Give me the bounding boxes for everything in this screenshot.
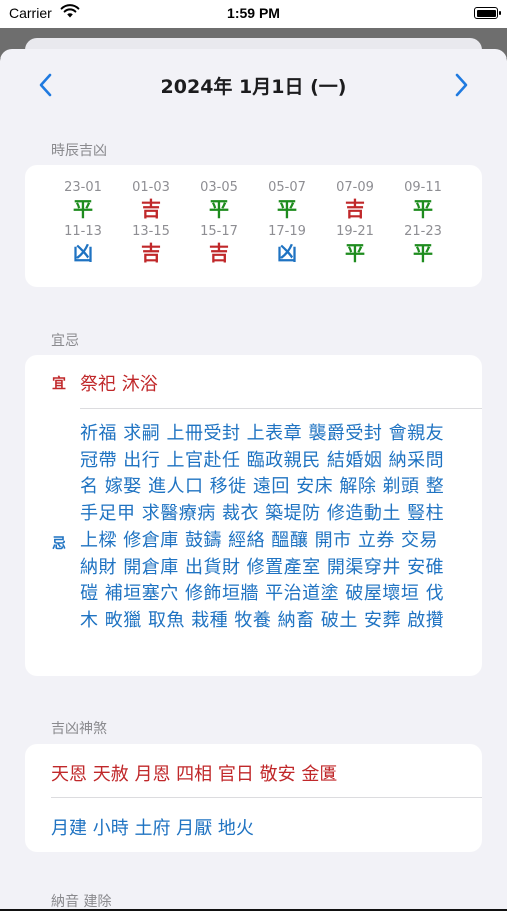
- good-spirits: 天恩 天赦 月恩 四相 官日 敬安 金匱: [51, 764, 338, 785]
- ji-activities: 祈福 求嗣 上冊受封 上表章 襲爵受封 會親友 冠帶 出行 上官赴任 臨政親民 …: [80, 423, 445, 631]
- status-bar: Carrier 1:59 PM: [0, 0, 507, 28]
- shensha-section-header: 吉凶神煞: [51, 721, 107, 737]
- hour-range: 15-17: [200, 224, 238, 239]
- hour-range: 13-15: [132, 224, 170, 239]
- hour-range: 01-03: [132, 180, 170, 195]
- hour-verdict: 吉: [209, 241, 229, 265]
- hour-slot: 23-01 平: [55, 179, 111, 222]
- chevron-right-icon: [455, 73, 468, 97]
- status-time: 1:59 PM: [227, 5, 280, 21]
- hour-verdict: 平: [413, 241, 433, 265]
- bad-spirits: 月建 小時 土府 月厭 地火: [51, 818, 254, 839]
- nayin-section-header: 納音 建除: [51, 894, 112, 910]
- hour-verdict: 吉: [345, 197, 365, 221]
- hour-verdict: 平: [413, 197, 433, 221]
- hour-slot: 19-21 平: [327, 223, 383, 266]
- hour-range: 07-09: [336, 180, 374, 195]
- hour-slot: 11-13 凶: [55, 223, 111, 266]
- hour-range: 19-21: [336, 224, 374, 239]
- battery-icon: [474, 7, 501, 19]
- yi-activities: 祭祀 沐浴: [80, 374, 158, 395]
- shichen-section-header: 時辰吉凶: [51, 143, 107, 159]
- hour-verdict: 平: [345, 241, 365, 265]
- hour-slot: 05-07 平: [259, 179, 315, 222]
- divider: [80, 408, 482, 409]
- hour-slot: 07-09 吉: [327, 179, 383, 222]
- hour-slot: 09-11 平: [395, 179, 451, 222]
- hour-slot: 01-03 吉: [123, 179, 179, 222]
- hour-range: 11-13: [64, 224, 102, 239]
- hour-range: 17-19: [268, 224, 306, 239]
- hour-verdict: 吉: [141, 197, 161, 221]
- hour-range: 21-23: [404, 224, 442, 239]
- hour-range: 05-07: [268, 180, 306, 195]
- hour-range: 23-01: [64, 180, 102, 195]
- hour-slot: 13-15 吉: [123, 223, 179, 266]
- next-day-button[interactable]: [449, 70, 473, 100]
- hour-range: 09-11: [404, 180, 442, 195]
- hour-verdict: 凶: [73, 241, 93, 265]
- divider: [51, 797, 482, 798]
- yi-label: 宜: [52, 376, 66, 392]
- yiji-section-header: 宜忌: [51, 333, 79, 349]
- hour-verdict: 凶: [277, 241, 297, 265]
- hour-verdict: 吉: [141, 241, 161, 265]
- hour-verdict: 平: [209, 197, 229, 221]
- hour-slot: 15-17 吉: [191, 223, 247, 266]
- hour-slot: 21-23 平: [395, 223, 451, 266]
- hour-range: 03-05: [200, 180, 238, 195]
- ji-label: 忌: [52, 536, 66, 552]
- page-title: 2024年 1月1日 (一): [160, 76, 347, 98]
- hour-verdict: 平: [73, 197, 93, 221]
- shichen-card: 23-01 平 01-03 吉 03-05 平 05-07 平 07-09 吉 …: [25, 165, 482, 287]
- hour-slot: 03-05 平: [191, 179, 247, 222]
- hour-verdict: 平: [277, 197, 297, 221]
- hour-slot: 17-19 凶: [259, 223, 315, 266]
